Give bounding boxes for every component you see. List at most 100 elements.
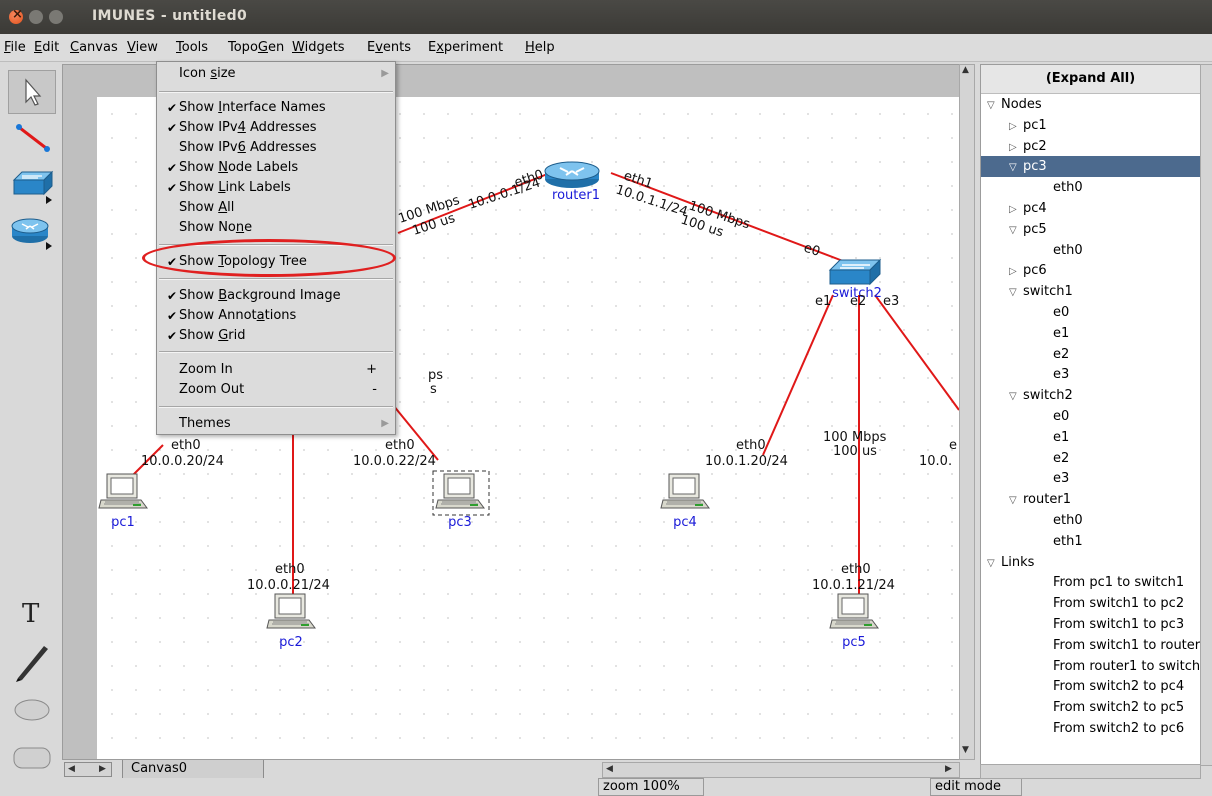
tree-item-e1[interactable]: e1 <box>981 427 1200 448</box>
collapsed-arrow-icon[interactable]: ▷ <box>1009 116 1023 137</box>
router-tool-icon[interactable] <box>8 212 54 254</box>
scroll-right-arrow-icon[interactable]: ▶ <box>945 764 952 774</box>
menu-item-show-background-image[interactable]: ✔ Show Background Image <box>157 286 395 306</box>
expanded-arrow-icon[interactable]: ▽ <box>1009 282 1023 303</box>
tree-item-e3[interactable]: e3 <box>981 468 1200 489</box>
expanded-arrow-icon[interactable]: ▽ <box>1009 490 1023 511</box>
tree-item-eth0[interactable]: eth0 <box>981 240 1200 261</box>
menu-item-icon-size[interactable]: Icon size ▶ <box>157 64 395 84</box>
menu-view[interactable]: View <box>127 40 158 55</box>
checkmark-icon: ✔ <box>167 161 178 175</box>
expanded-arrow-icon[interactable]: ▽ <box>1009 157 1023 178</box>
collapsed-arrow-icon[interactable]: ▷ <box>1009 199 1023 220</box>
tree-item-pc1[interactable]: ▷ pc1 <box>981 115 1200 137</box>
tree-item-e2[interactable]: e2 <box>981 344 1200 365</box>
canvas-horizontal-scrollbar[interactable]: ◀ ▶ <box>602 762 960 778</box>
tree-item-pc5[interactable]: ▽ pc5 <box>981 219 1200 241</box>
switch-tool-icon[interactable] <box>8 164 54 206</box>
rectangle-tool-icon[interactable] <box>8 738 54 780</box>
tree-item-e1[interactable]: e1 <box>981 323 1200 344</box>
expanded-arrow-icon[interactable]: ▽ <box>1009 220 1023 241</box>
tree-item-e3[interactable]: e3 <box>981 364 1200 385</box>
tab-canvas0[interactable]: Canvas0 <box>122 760 264 779</box>
tree-item-switch2[interactable]: ▽ switch2 <box>981 385 1200 407</box>
scroll-left-arrow-icon[interactable]: ◀ <box>606 764 613 774</box>
expanded-arrow-icon[interactable]: ▽ <box>987 95 1001 116</box>
checkmark-icon: ✔ <box>167 121 178 135</box>
scroll-up-arrow-icon[interactable]: ▲ <box>962 65 969 75</box>
menu-item-show-interface-names[interactable]: ✔ Show Interface Names <box>157 98 395 118</box>
tree-item-pc6[interactable]: ▷ pc6 <box>981 260 1200 282</box>
menu-canvas[interactable]: Canvas <box>70 40 118 55</box>
tree-item-switch1[interactable]: ▽ switch1 <box>981 281 1200 303</box>
menu-item-zoom-in[interactable]: Zoom In + <box>157 360 395 380</box>
expanded-arrow-icon[interactable]: ▽ <box>987 553 1001 574</box>
menu-item-show-none[interactable]: Show None <box>157 218 395 238</box>
tree-vertical-scrollbar[interactable] <box>1200 64 1212 766</box>
tree-horizontal-scrollbar[interactable] <box>980 764 1201 779</box>
select-tool-icon[interactable] <box>8 70 56 114</box>
tree-item-eth0[interactable]: eth0 <box>981 510 1200 531</box>
close-window-button[interactable] <box>9 7 23 24</box>
menu-item-show-grid[interactable]: ✔ Show Grid <box>157 326 395 346</box>
menu-item-zoom-out[interactable]: Zoom Out - <box>157 380 395 400</box>
tree-item-e0[interactable]: e0 <box>981 302 1200 323</box>
oval-tool-icon[interactable] <box>8 690 54 732</box>
tree-item-from-switch2-to-pc4[interactable]: From switch2 to pc4 <box>981 676 1200 697</box>
collapsed-arrow-icon[interactable]: ▷ <box>1009 261 1023 282</box>
menu-experiment[interactable]: Experiment <box>428 40 503 55</box>
tree-item-from-pc1-to-switch1[interactable]: From pc1 to switch1 <box>981 572 1200 593</box>
menu-item-show-annotations[interactable]: ✔ Show Annotations <box>157 306 395 326</box>
menu-separator <box>159 351 393 353</box>
tree-item-e2[interactable]: e2 <box>981 448 1200 469</box>
tab-prev-arrow-icon[interactable]: ◀ <box>68 764 75 774</box>
topology-tree-panel: (Expand All) ▽ Nodes ▷ pc1 ▷ pc2 ▽ pc3 eth0 ▷ pc4 ▽… <box>980 64 1201 766</box>
maximize-window-button[interactable] <box>49 10 63 24</box>
node-router1[interactable] <box>544 161 600 188</box>
tree-item-eth1[interactable]: eth1 <box>981 531 1200 552</box>
tree-item-from-switch1-to-pc3[interactable]: From switch1 to pc3 <box>981 614 1200 635</box>
menu-item-show-ipv6-addresses[interactable]: Show IPv6 Addresses <box>157 138 395 158</box>
freeform-tool-icon[interactable] <box>8 640 54 682</box>
collapsed-arrow-icon[interactable]: ▷ <box>1009 137 1023 158</box>
menu-tools[interactable]: Tools <box>176 40 208 55</box>
tree-item-from-switch2-to-pc6[interactable]: From switch2 to pc6 <box>981 718 1200 739</box>
tree-item-pc3[interactable]: ▽ pc3 <box>981 156 1200 178</box>
tree-item-e0[interactable]: e0 <box>981 406 1200 427</box>
menu-item-show-link-labels[interactable]: ✔ Show Link Labels <box>157 178 395 198</box>
menu-item-label: Show IPv6 Addresses <box>179 140 317 155</box>
tree-item-router1[interactable]: ▽ router1 <box>981 489 1200 511</box>
node-label-pc1: pc1 <box>111 515 135 530</box>
tab-scroll-buttons[interactable]: ◀ ▶ <box>64 762 112 777</box>
minimize-window-button[interactable] <box>29 10 43 24</box>
node-switch2[interactable] <box>828 258 882 286</box>
tree-item-pc2[interactable]: ▷ pc2 <box>981 136 1200 158</box>
tree-item-eth0[interactable]: eth0 <box>981 177 1200 198</box>
expanded-arrow-icon[interactable]: ▽ <box>1009 386 1023 407</box>
menu-item-show-node-labels[interactable]: ✔ Show Node Labels <box>157 158 395 178</box>
menu-help[interactable]: Help <box>525 40 555 55</box>
tree-item-nodes[interactable]: ▽ Nodes <box>981 94 1200 116</box>
scroll-down-arrow-icon[interactable]: ▼ <box>962 745 969 755</box>
menu-item-show-all[interactable]: Show All <box>157 198 395 218</box>
menu-topogen[interactable]: TopoGen <box>228 40 284 55</box>
tree-item-from-switch1-to-router1[interactable]: From switch1 to router1 <box>981 635 1200 656</box>
tree-item-pc4[interactable]: ▷ pc4 <box>981 198 1200 220</box>
menu-item-show-ipv4-addresses[interactable]: ✔ Show IPv4 Addresses <box>157 118 395 138</box>
canvas-vertical-scrollbar[interactable]: ▲ ▼ <box>959 64 975 760</box>
tab-next-arrow-icon[interactable]: ▶ <box>99 764 106 774</box>
menu-item-themes[interactable]: Themes ▶ <box>157 414 395 434</box>
expand-all-button[interactable]: (Expand All) <box>981 65 1200 94</box>
tree-item-from-router1-to-switch2[interactable]: From router1 to switch2 <box>981 656 1200 677</box>
tree-item-from-switch2-to-pc5[interactable]: From switch2 to pc5 <box>981 697 1200 718</box>
tree-item-links[interactable]: ▽ Links <box>981 552 1200 574</box>
menu-file[interactable]: File <box>4 40 26 55</box>
link-tool-icon[interactable] <box>8 116 54 158</box>
menu-widgets[interactable]: Widgets <box>292 40 345 55</box>
highlight-ellipse <box>142 239 396 277</box>
menu-edit[interactable]: Edit <box>34 40 59 55</box>
submenu-arrow-icon: ▶ <box>381 68 389 79</box>
tree-item-from-switch1-to-pc2[interactable]: From switch1 to pc2 <box>981 593 1200 614</box>
menu-events[interactable]: Events <box>367 40 411 55</box>
text-tool-icon[interactable]: T <box>8 592 54 634</box>
